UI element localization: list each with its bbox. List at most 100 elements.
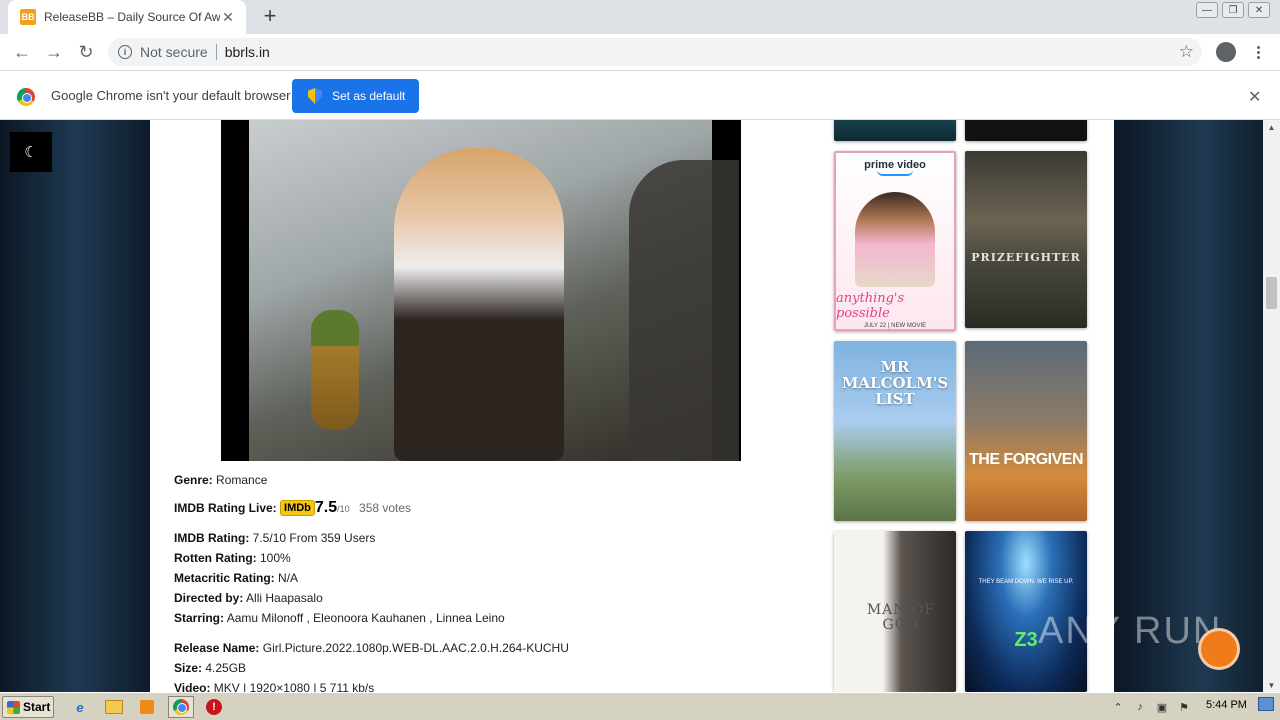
release-name-label: Release Name:: [174, 641, 260, 655]
poster-anythings-possible[interactable]: prime video anything's possible JULY 22 …: [834, 151, 956, 331]
director-value: Alli Haapasalo: [246, 591, 323, 605]
poster-title: anything's possible: [836, 291, 905, 321]
address-bar[interactable]: i Not secure bbrls.in ☆: [108, 38, 1202, 66]
poster-mr-malcolms-list[interactable]: MR MALCOLM'S LIST: [834, 341, 956, 521]
internet-explorer-icon[interactable]: e: [70, 697, 90, 717]
bookmark-star-icon[interactable]: ☆: [1179, 42, 1194, 62]
start-label: Start: [23, 700, 51, 714]
director-label: Directed by:: [174, 591, 244, 605]
poster-the-forgiven[interactable]: THE FORGIVEN: [965, 341, 1087, 521]
genre-label: Genre:: [174, 473, 213, 487]
release-name-value: Girl.Picture.2022.1080p.WEB-DL.AAC.2.0.H…: [262, 641, 569, 655]
poster-man-of-god[interactable]: MAN OF GOD: [834, 531, 956, 692]
site-info-icon[interactable]: i: [118, 45, 132, 59]
poster-title: Z3: [1014, 629, 1038, 651]
foreground-figure: [629, 160, 739, 461]
genre-row: Genre: Romance: [174, 473, 267, 487]
forward-arrow-icon[interactable]: →: [38, 36, 70, 68]
browser-tab[interactable]: BB ReleaseBB – Daily Source Of Awesome ✕: [8, 0, 246, 34]
set-as-default-label: Set as default: [332, 89, 406, 103]
imdb-rating-label: IMDB Rating:: [174, 531, 250, 545]
size-label: Size:: [174, 661, 203, 675]
close-window-button[interactable]: ✕: [1248, 2, 1270, 18]
tab-close-icon[interactable]: ✕: [220, 9, 236, 25]
maximize-button[interactable]: ❐: [1222, 2, 1244, 18]
chrome-logo-icon: [17, 88, 35, 106]
poster-title: MR MALCOLM'S LIST: [841, 358, 949, 408]
poster-title: MAN OF GOD: [866, 602, 936, 633]
scroll-thumb[interactable]: [1266, 277, 1277, 309]
starring-row: Starring: Aamu Milonoff , Eleonoora Kauh…: [174, 611, 505, 625]
anyrun-logo-icon: [1198, 628, 1240, 670]
url-text[interactable]: bbrls.in: [225, 44, 270, 60]
video-value: MKV | 1920×1080 | 5 711 kb/s: [213, 681, 375, 692]
reload-icon[interactable]: ↻: [70, 36, 102, 68]
rotten-label: Rotten Rating:: [174, 551, 257, 565]
poster-title: PRIZEFIGHTER: [971, 251, 1081, 264]
browser-toolbar: ← → ↻ i Not secure bbrls.in ☆: [0, 34, 1280, 70]
file-explorer-icon[interactable]: [104, 697, 124, 717]
starring-value: Aamu Milonoff , Eleonoora Kauhanen , Lin…: [226, 611, 505, 625]
system-tray: ⌃ ♪ ▣ ⚑: [1104, 695, 1278, 719]
show-desktop-icon[interactable]: [1258, 697, 1274, 711]
page-scrollbar[interactable]: ▲ ▼: [1263, 120, 1280, 692]
imdb-logo[interactable]: IMDb: [280, 500, 315, 516]
poster-title: THE FORGIVEN: [968, 451, 1084, 468]
pineapple-shape: [311, 310, 359, 430]
scroll-down-arrow-icon[interactable]: ▼: [1263, 678, 1280, 692]
metacritic-value: N/A: [278, 571, 299, 585]
poster-figures: [855, 191, 935, 287]
action-center-flag-icon[interactable]: ⚑: [1176, 699, 1192, 715]
windows-taskbar: Start e ! ⌃ ♪ ▣ ⚑ 5:44 PM: [0, 692, 1280, 720]
browser-menu-icon[interactable]: [1250, 40, 1266, 64]
security-label: Not secure: [140, 44, 208, 60]
media-player-icon[interactable]: [137, 697, 157, 717]
prime-smile-icon: [877, 170, 913, 176]
window-controls: — ❐ ✕: [1196, 2, 1270, 18]
main-content: Genre: Romance IMDB Rating Live: IMDb 7.5…: [150, 120, 813, 692]
poster-partial-left[interactable]: [834, 120, 956, 141]
starring-label: Starring:: [174, 611, 225, 625]
dark-mode-toggle-icon[interactable]: ☾: [10, 132, 52, 172]
start-button[interactable]: Start: [2, 696, 54, 718]
set-as-default-button[interactable]: Set as default: [292, 79, 419, 113]
genre-value: Romance: [216, 473, 268, 487]
clock[interactable]: 5:44 PM: [1206, 699, 1247, 711]
imdb-live-votes: 358 votes: [359, 501, 412, 515]
tab-title: ReleaseBB – Daily Source Of Awesome: [44, 10, 220, 24]
account-avatar-icon[interactable]: [1216, 42, 1236, 62]
rotten-row: Rotten Rating: 100%: [174, 551, 291, 565]
infobar-close-icon[interactable]: ✕: [1248, 87, 1261, 107]
screenshot-scene: [249, 120, 739, 461]
network-icon[interactable]: ▣: [1154, 699, 1170, 715]
poster-tagline: THEY BEAM DOWN. WE RISE UP.: [978, 579, 1074, 585]
imdb-live-score: 7.5: [314, 499, 338, 516]
video-row: Video: MKV | 1920×1080 | 5 711 kb/s: [174, 681, 374, 692]
tray-expand-icon[interactable]: ⌃: [1110, 699, 1126, 715]
page-viewport: ☾ Genre: Romance IMDB Rating Live: IMDb 7…: [0, 120, 1280, 692]
poster-prizefighter[interactable]: PRIZEFIGHTER: [965, 151, 1087, 328]
tab-strip: BB ReleaseBB – Daily Source Of Awesome ✕…: [0, 0, 1280, 34]
omnibox-separator: [215, 44, 217, 60]
volume-icon[interactable]: ♪: [1132, 699, 1148, 715]
imdb-live-row: IMDB Rating Live: IMDb 7.5/10 358 votes: [174, 499, 411, 517]
infobar-message: Google Chrome isn't your default browser: [51, 88, 291, 103]
movie-screenshot: [221, 120, 741, 461]
release-name-row: Release Name: Girl.Picture.2022.1080p.WE…: [174, 641, 569, 655]
poster-partial-right[interactable]: [965, 120, 1087, 141]
new-tab-button[interactable]: +: [258, 3, 282, 28]
imdb-rating-row: IMDB Rating: 7.5/10 From 359 Users: [174, 531, 375, 545]
imdb-live-out-of: /10: [337, 504, 350, 514]
chrome-taskbar-icon[interactable]: [168, 696, 194, 718]
imdb-rating-value: 7.5/10 From 359 Users: [252, 531, 376, 545]
rotten-value: 100%: [260, 551, 291, 565]
poster-subtitle: JULY 22 | NEW MOVIE: [863, 323, 927, 329]
stop-icon[interactable]: !: [204, 697, 224, 717]
director-row: Directed by: Alli Haapasalo: [174, 591, 323, 605]
scroll-up-arrow-icon[interactable]: ▲: [1263, 120, 1280, 134]
minimize-button[interactable]: —: [1196, 2, 1218, 18]
uac-shield-icon: [308, 88, 322, 104]
back-arrow-icon[interactable]: ←: [6, 36, 38, 68]
video-label: Video:: [174, 681, 211, 692]
woman-figure: [394, 148, 564, 461]
